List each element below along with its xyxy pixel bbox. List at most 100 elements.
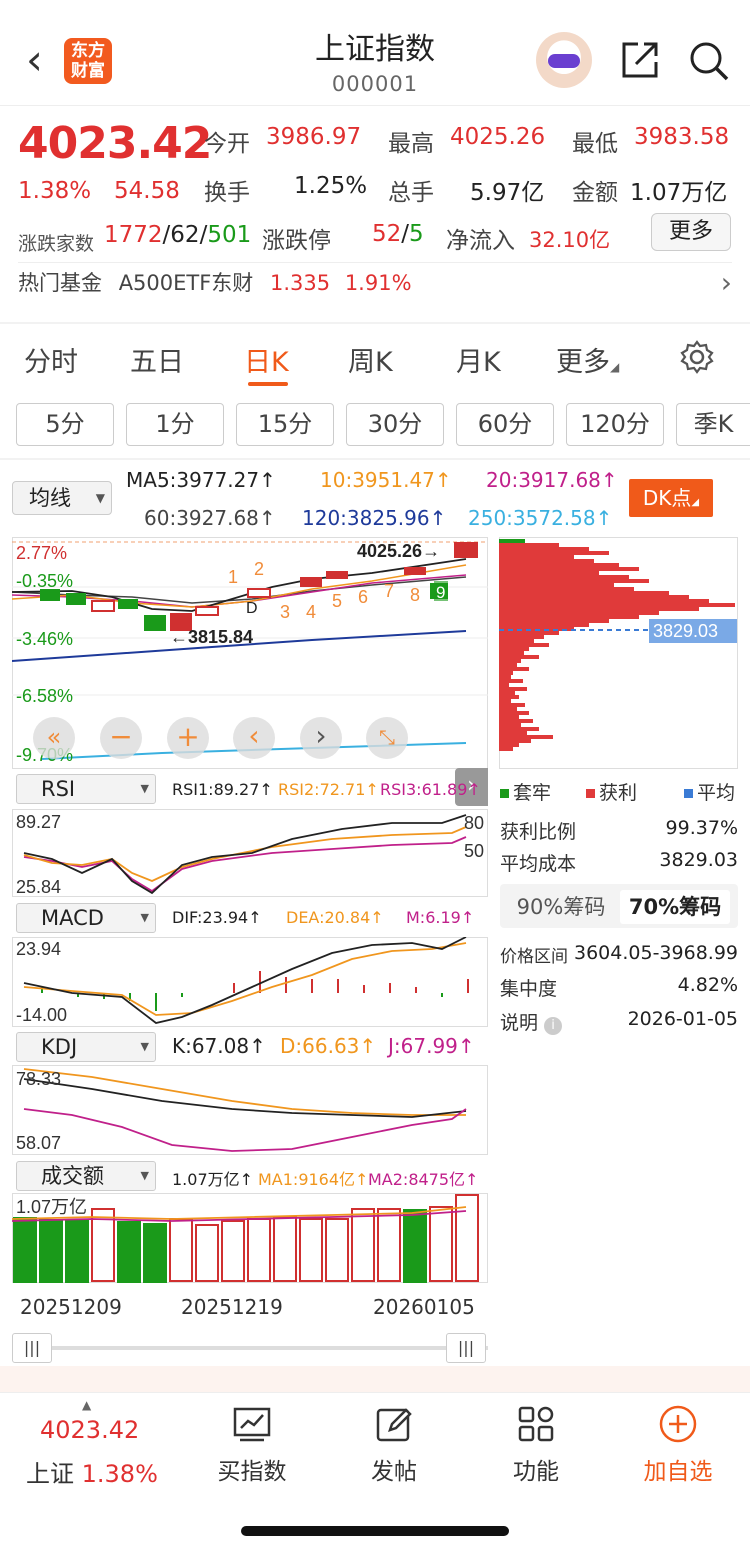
legend-trapped-label: 套牢 bbox=[513, 782, 552, 804]
nine-turn-9: 9 bbox=[436, 583, 445, 602]
dif-value: DIF:23.94↑ bbox=[172, 908, 262, 927]
range-handle-right[interactable]: ||| bbox=[446, 1333, 486, 1363]
chip-distribution-chart[interactable]: 3829.03 bbox=[499, 537, 738, 769]
dk-point-button[interactable]: DK点◢ bbox=[629, 479, 713, 517]
settings-gear-icon[interactable] bbox=[680, 340, 714, 374]
tab-five-day[interactable]: 五日 bbox=[130, 340, 184, 379]
function-button[interactable]: 功能 bbox=[476, 1404, 596, 1486]
buy-index-button[interactable]: 买指数 bbox=[192, 1404, 312, 1486]
divider bbox=[0, 458, 750, 460]
period-60min[interactable]: 60分 bbox=[456, 403, 554, 446]
tab-chip-70[interactable]: 70%筹码 bbox=[620, 890, 730, 924]
divider bbox=[0, 322, 750, 324]
concentration-value: 4.82% bbox=[677, 974, 738, 996]
open-label: 今开 bbox=[204, 131, 250, 157]
promo-strip bbox=[0, 1366, 750, 1392]
volume-value: 5.97亿 bbox=[470, 180, 545, 206]
turnover-value: 1.25% bbox=[294, 173, 368, 199]
function-label: 功能 bbox=[513, 1459, 559, 1485]
tab-more[interactable]: 更多◢ bbox=[556, 340, 619, 379]
inflow-value: 32.10亿 bbox=[529, 228, 611, 252]
low-label: 最低 bbox=[572, 131, 618, 157]
hot-fund-row[interactable]: 热门基金 A500ETF东财 1.335 1.91% › bbox=[18, 262, 732, 302]
concentration-row: 集中度 4.82% bbox=[500, 974, 738, 1001]
tab-intraday[interactable]: 分时 bbox=[24, 340, 78, 379]
inflow-label: 净流入 bbox=[446, 228, 515, 254]
period-5min[interactable]: 5分 bbox=[16, 403, 114, 446]
period-quarter[interactable]: 季K bbox=[676, 403, 750, 446]
j-value: J:67.99↑ bbox=[388, 1034, 475, 1058]
kdj-chart[interactable]: 78.33 58.07 bbox=[12, 1065, 488, 1155]
kdj-selector[interactable]: KDJ ▼ bbox=[16, 1032, 156, 1062]
fund-pct: 1.91% bbox=[344, 271, 412, 295]
profit-ratio-row: 获利比例 99.37% bbox=[500, 817, 738, 844]
bottom-index-info[interactable]: 上证 1.38% bbox=[26, 1454, 158, 1489]
zoom-in-icon[interactable]: + bbox=[167, 717, 209, 759]
note-row[interactable]: 说明 i 2026-01-05 bbox=[500, 1008, 738, 1035]
tab-chip-90[interactable]: 90%筹码 bbox=[506, 890, 616, 924]
range-track bbox=[12, 1346, 488, 1350]
expand-icon[interactable]: ⤡ bbox=[366, 717, 408, 759]
top-nav-bar: ‹ 东方财富 上证指数 000001 bbox=[0, 0, 750, 106]
tab-weekly-k[interactable]: 周K bbox=[348, 340, 393, 379]
amount-selector[interactable]: 成交额 ▼ bbox=[16, 1161, 156, 1191]
ma-selector[interactable]: 均线 ▼ bbox=[12, 481, 112, 515]
bottom-index-pct: 1.38% bbox=[81, 1460, 158, 1488]
rsi-50-label: 50 bbox=[464, 841, 484, 861]
rsi3-value: RSI3:61.89↑ bbox=[380, 780, 481, 799]
tab-daily-k[interactable]: 日K bbox=[244, 340, 289, 379]
nine-turn-1: 1 bbox=[228, 567, 238, 587]
limit-up-count: 52 bbox=[372, 221, 402, 247]
rsi-selector-label: RSI bbox=[41, 777, 76, 801]
nine-turn-3: 3 bbox=[280, 602, 290, 622]
share-icon[interactable] bbox=[620, 40, 660, 80]
bottom-price[interactable]: 4023.42 bbox=[40, 1416, 139, 1444]
volume-label: 总手 bbox=[388, 180, 434, 206]
edit-icon bbox=[376, 1408, 412, 1442]
range-handle-left[interactable]: ||| bbox=[12, 1333, 52, 1363]
profit-ratio-label: 获利比例 bbox=[500, 821, 577, 843]
period-1min[interactable]: 1分 bbox=[126, 403, 224, 446]
high-value: 4025.26 bbox=[450, 124, 546, 150]
nine-turn-6: 6 bbox=[358, 587, 368, 607]
limit-down-count: 5 bbox=[409, 221, 424, 247]
d-value: D:66.63↑ bbox=[280, 1034, 377, 1058]
dropdown-triangle-icon: ▼ bbox=[140, 1040, 149, 1053]
pct-label-top: 2.77% bbox=[16, 543, 67, 563]
high-mark: 4025.26→ bbox=[357, 541, 440, 561]
amount-value: 1.07万亿↑ bbox=[172, 1170, 254, 1189]
macd-chart[interactable]: 23.94 -14.00 bbox=[12, 937, 488, 1027]
tab-monthly-k[interactable]: 月K bbox=[456, 340, 501, 379]
assistant-robot-icon[interactable] bbox=[536, 32, 592, 88]
zoom-out-icon[interactable]: − bbox=[100, 717, 142, 759]
period-120min[interactable]: 120分 bbox=[566, 403, 664, 446]
chart-icon bbox=[233, 1407, 271, 1442]
post-button[interactable]: 发帖 bbox=[334, 1404, 454, 1486]
ma250-value: 250:3572.58↑ bbox=[468, 506, 613, 530]
rsi-80-label: 80 bbox=[464, 813, 484, 833]
macd-selector[interactable]: MACD ▼ bbox=[16, 903, 156, 933]
chevron-right-icon[interactable]: › bbox=[300, 717, 342, 759]
rsi-selector[interactable]: RSI ▼ bbox=[16, 774, 156, 804]
info-icon[interactable]: i bbox=[544, 1017, 563, 1035]
legend-avg: 平均 bbox=[684, 778, 735, 805]
rewind-icon[interactable]: « bbox=[33, 717, 75, 759]
chevron-left-icon[interactable]: ‹ bbox=[233, 717, 275, 759]
more-button[interactable]: 更多 bbox=[651, 213, 731, 251]
amount-chart[interactable]: 1.07万亿 bbox=[12, 1193, 488, 1283]
amount-value: 1.07万亿 bbox=[630, 180, 728, 206]
search-icon[interactable] bbox=[688, 40, 730, 82]
period-15min[interactable]: 15分 bbox=[236, 403, 334, 446]
period-30min[interactable]: 30分 bbox=[346, 403, 444, 446]
date-label-2: 20251219 bbox=[181, 1295, 283, 1319]
dk-label: DK点 bbox=[642, 486, 692, 510]
add-watchlist-button[interactable]: 加自选 bbox=[618, 1404, 738, 1486]
rsi-chart[interactable]: 89.27 25.84 80 50 bbox=[12, 809, 488, 897]
change-value: 54.58 bbox=[114, 178, 180, 204]
triangle-up-icon: ▲ bbox=[82, 1398, 92, 1412]
date-label-1: 20251209 bbox=[20, 1295, 122, 1319]
change-pct: 1.38% bbox=[18, 178, 92, 204]
m-value: M:6.19↑ bbox=[406, 908, 475, 927]
low-mark: ←3815.84 bbox=[170, 627, 253, 647]
avg-cost-value: 3829.03 bbox=[659, 849, 738, 871]
